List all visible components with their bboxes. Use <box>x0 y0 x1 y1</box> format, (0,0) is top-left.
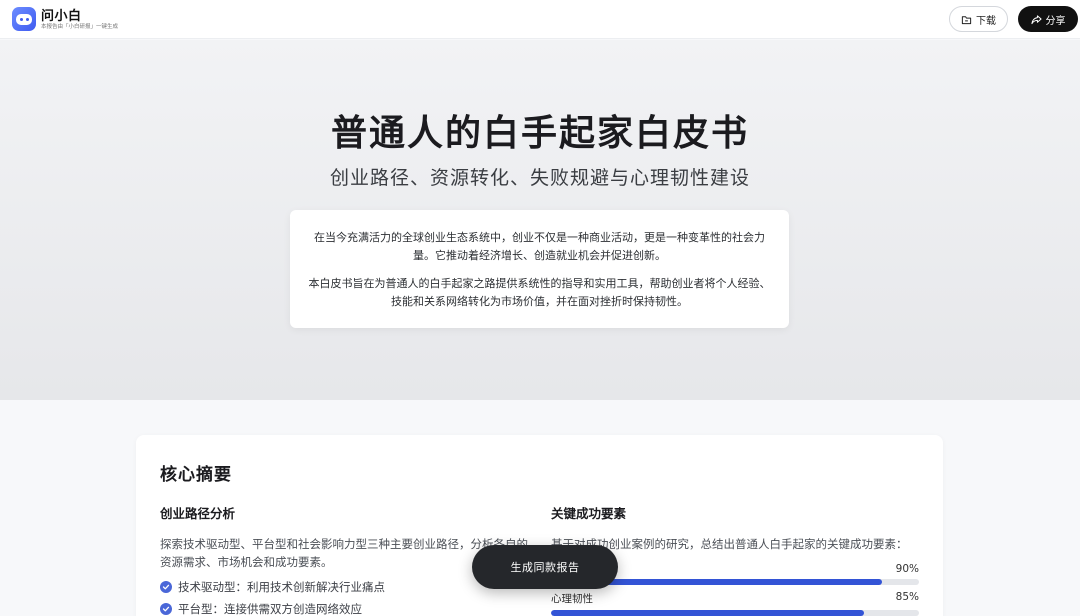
intro-paragraph-1: 在当今充满活力的全球创业生态系统中，创业不仅是一种商业活动，更是一种变革性的社会… <box>314 231 765 262</box>
download-label: 下载 <box>976 15 996 27</box>
progress-fill <box>551 610 864 616</box>
top-bar: 问小白 本报告由「小白研报」一键生成 下载 分享 <box>0 0 1080 39</box>
share-button[interactable]: 分享 <box>1018 6 1078 32</box>
page-subtitle: 创业路径、资源转化、失败规避与心理韧性建设 <box>329 167 750 189</box>
path-analysis-heading: 创业路径分析 <box>160 506 236 521</box>
download-button[interactable]: 下载 <box>949 6 1008 32</box>
summary-title: 核心摘要 <box>160 465 232 485</box>
metric-value: 85% <box>895 591 919 603</box>
list-item: 平台型：连接供需双方创造网络效应 <box>160 598 532 616</box>
page-title: 普通人的白手起家白皮书 <box>330 113 749 154</box>
check-icon <box>160 603 172 615</box>
generate-report-button[interactable]: 生成同款报告 <box>472 545 618 589</box>
intro-paragraph-2: 本白皮书旨在为普通人的白手起家之路提供系统性的指导和实用工具，帮助创业者将个人经… <box>308 277 771 308</box>
app-logo-icon[interactable] <box>12 7 36 31</box>
metric-row: 心理韧性 85% <box>551 591 919 616</box>
intro-card: 在当今充满活力的全球创业生态系统中，创业不仅是一种商业活动，更是一种变革性的社会… <box>290 210 789 328</box>
path-bullet-list: 技术驱动型：利用技术创新解决行业痛点 平台型：连接供需双方创造网络效应 <box>160 576 532 616</box>
check-icon <box>160 581 172 593</box>
metric-label: 心理韧性 <box>551 593 593 605</box>
list-item-label: 平台型：连接供需双方创造网络效应 <box>178 602 362 616</box>
share-icon <box>1030 14 1042 24</box>
success-factors-heading: 关键成功要素 <box>551 506 627 521</box>
hero-section: 普通人的白手起家白皮书 创业路径、资源转化、失败规避与心理韧性建设 在当今充满活… <box>0 40 1080 400</box>
brand-subtitle: 本报告由「小白研报」一键生成 <box>41 24 119 30</box>
progress-track <box>551 610 919 616</box>
metric-value: 90% <box>895 563 919 575</box>
list-item-label: 技术驱动型：利用技术创新解决行业痛点 <box>178 580 385 594</box>
share-label: 分享 <box>1045 15 1066 27</box>
download-icon <box>961 15 972 24</box>
